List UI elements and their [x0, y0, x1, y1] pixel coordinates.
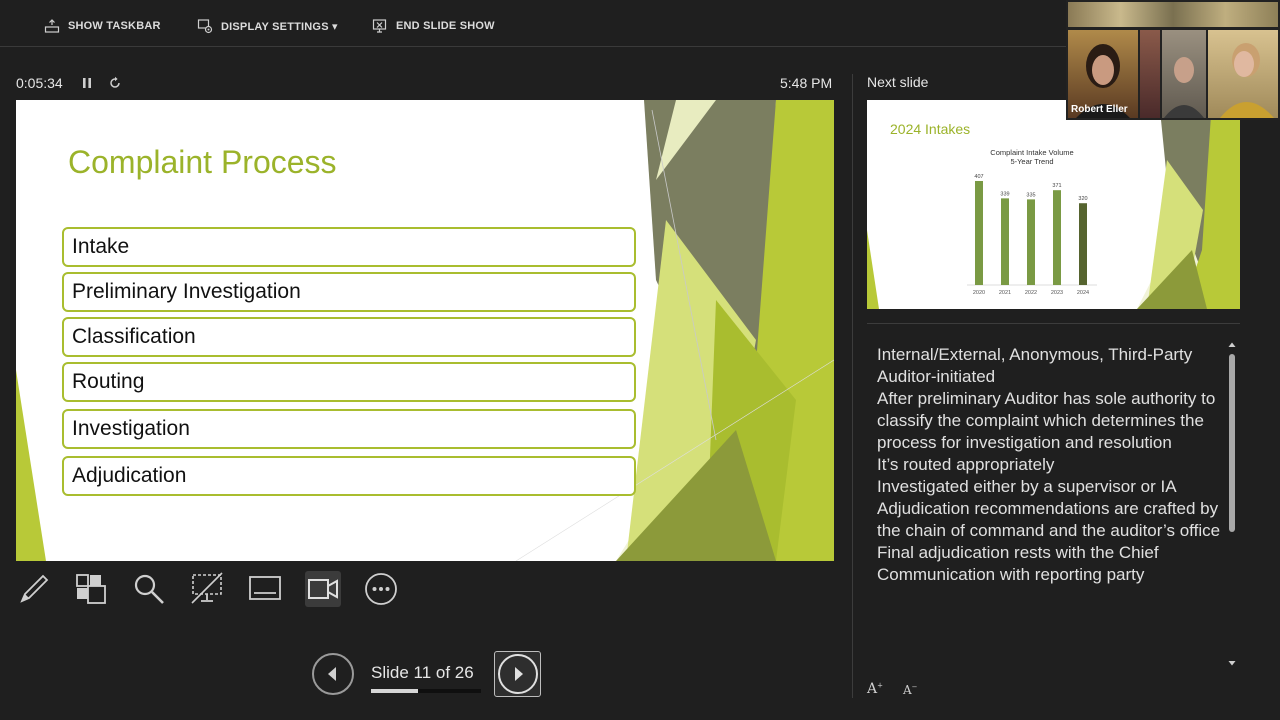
- end-slide-show-label: END SLIDE SHOW: [396, 20, 495, 32]
- slide-counter[interactable]: Slide 11 of 26: [371, 663, 474, 683]
- video-camera-icon: [308, 579, 338, 599]
- chart-data-label: 371: [1052, 183, 1061, 189]
- display-settings-icon: [197, 18, 213, 34]
- pause-icon: [83, 78, 91, 88]
- slide-progress-bar: [371, 689, 481, 693]
- note-line: It’s routed appropriately: [877, 455, 1055, 474]
- current-time: 5:48 PM: [780, 75, 833, 91]
- display-settings-label: DISPLAY SETTINGS ▾: [221, 20, 338, 33]
- black-screen-button[interactable]: [189, 571, 225, 607]
- zoom-button[interactable]: [131, 571, 167, 607]
- chart-data-label: 320: [1078, 196, 1087, 202]
- next-slide-button[interactable]: [494, 651, 541, 697]
- note-line: Investigated either by a supervisor or I…: [877, 477, 1177, 496]
- note-line: After preliminary Auditor has sole autho…: [877, 389, 1216, 452]
- process-step: Classification: [62, 317, 636, 357]
- chart-tick-label: 2020: [973, 290, 985, 296]
- more-icon: [365, 573, 397, 605]
- camera-toggle-button[interactable]: [305, 571, 341, 607]
- process-step: Investigation: [62, 409, 636, 449]
- scrollbar-thumb[interactable]: [1229, 354, 1235, 532]
- note-line: Internal/External, Anonymous, Third-Part…: [877, 345, 1193, 364]
- gallery-strip: [1068, 2, 1278, 27]
- screen-off-icon: [191, 572, 223, 604]
- decrease-font-button[interactable]: A−: [903, 683, 918, 697]
- pane-divider[interactable]: [852, 74, 853, 698]
- notes-scrollbar[interactable]: [1227, 340, 1237, 668]
- participant-tile[interactable]: Robert Eller: [1068, 30, 1138, 118]
- participant-tile[interactable]: [1208, 30, 1278, 118]
- pen-icon: [20, 574, 49, 603]
- pause-timer-button[interactable]: [80, 76, 94, 90]
- show-taskbar-label: SHOW TASKBAR: [68, 20, 161, 32]
- chart-bar: [1027, 199, 1035, 285]
- participant-silhouette: [1164, 57, 1204, 118]
- increase-font-button[interactable]: A+: [867, 681, 883, 697]
- elapsed-timer: 0:05:34: [16, 75, 63, 91]
- more-options-button[interactable]: [363, 571, 399, 607]
- chart-tick-label: 2022: [1025, 290, 1037, 296]
- chart-bar: [1079, 203, 1087, 285]
- note-line: Auditor-initiated: [877, 367, 996, 386]
- participant-tile[interactable]: [1162, 30, 1206, 118]
- magnifier-icon: [134, 574, 164, 604]
- show-taskbar-button[interactable]: SHOW TASKBAR: [44, 16, 161, 36]
- process-step: Intake: [62, 227, 636, 267]
- font-increase-label: A: [867, 681, 878, 697]
- chart-data-label: 335: [1026, 192, 1035, 198]
- see-all-slides-button[interactable]: [73, 571, 109, 607]
- presenter-toolbar: SHOW TASKBAR DISPLAY SETTINGS ▾ END SLID…: [0, 0, 1066, 47]
- font-decrease-label: A: [903, 683, 912, 697]
- note-line: Final adjudication rests with the Chief: [877, 543, 1159, 562]
- notes-divider[interactable]: [867, 323, 1240, 324]
- chart-tick-label: 2021: [999, 290, 1011, 296]
- chart-bar: [1053, 190, 1061, 285]
- chart-data-label: 407: [974, 174, 983, 180]
- process-step: Adjudication: [62, 456, 636, 496]
- grid-icon: [76, 574, 106, 604]
- note-line: Adjudication recommendations are crafted…: [877, 499, 1221, 540]
- subtitles-icon: [249, 576, 281, 600]
- taskbar-icon: [44, 18, 60, 34]
- arrow-left-icon: [328, 667, 336, 681]
- process-step: Preliminary Investigation: [62, 272, 636, 312]
- next-slide-preview[interactable]: 2024 Intakes Complaint Intake Volume 5-Y…: [867, 100, 1240, 309]
- next-slide-label: Next slide: [867, 74, 929, 90]
- subtitles-button[interactable]: [247, 571, 283, 607]
- video-participants[interactable]: Robert Eller: [1066, 0, 1280, 120]
- end-slide-show-button[interactable]: END SLIDE SHOW: [372, 16, 495, 36]
- chart-bar: [1001, 198, 1009, 285]
- pen-tool-button[interactable]: [16, 571, 52, 607]
- display-settings-button[interactable]: DISPLAY SETTINGS ▾: [197, 16, 338, 36]
- chart-tick-label: 2023: [1051, 290, 1063, 296]
- process-step: Routing: [62, 362, 636, 402]
- slide-progress-fill: [371, 689, 418, 693]
- speaker-notes[interactable]: Internal/External, Anonymous, Third-Part…: [877, 344, 1222, 586]
- previous-slide-button[interactable]: [312, 653, 354, 695]
- slide-title: Complaint Process: [68, 144, 337, 180]
- chart-data-label: 339: [1000, 191, 1009, 197]
- next-slide-circle: [498, 654, 538, 694]
- restart-icon: [110, 76, 120, 88]
- end-show-icon: [372, 18, 388, 34]
- participant-name: Robert Eller: [1071, 104, 1128, 115]
- intake-volume-chart: 407 2020 339 2021 335 2022 371 2023 320 2024: [967, 174, 1097, 296]
- participant-silhouette: [1220, 43, 1274, 118]
- current-slide[interactable]: Complaint Process Intake Preliminary Inv…: [16, 100, 834, 561]
- note-line: Communication with reporting party: [877, 565, 1145, 584]
- chart-bar: [975, 180, 983, 285]
- restart-timer-button[interactable]: [108, 76, 122, 90]
- participant-tile[interactable]: [1140, 30, 1160, 118]
- chart-tick-label: 2024: [1077, 290, 1089, 296]
- arrow-right-icon: [515, 667, 523, 681]
